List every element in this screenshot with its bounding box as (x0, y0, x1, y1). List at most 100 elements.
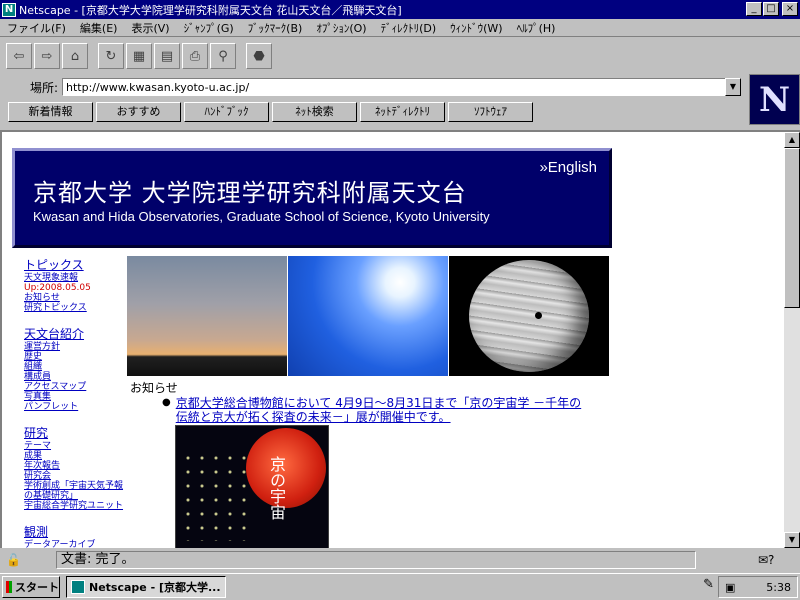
status-text: 文書: 完了。 (56, 551, 696, 569)
close-button[interactable]: × (782, 2, 798, 16)
observatory-dusk-photo (127, 256, 287, 376)
nav-head-about[interactable]: 天文台紹介 (24, 325, 124, 342)
menu-window[interactable]: ｳｨﾝﾄﾞｳ(W) (443, 20, 509, 36)
mail-icon[interactable]: ✉? (758, 553, 774, 567)
menu-help[interactable]: ﾍﾙﾌﾟ(H) (510, 20, 563, 36)
scroll-thumb[interactable] (784, 148, 800, 308)
banner-en-title: Kwasan and Hida Observatories, Graduate … (33, 209, 490, 224)
netscape-logo[interactable]: N (749, 74, 800, 125)
news-item: ● 京都大学総合博物館において 4月9日～8月31日まで「京の宇宙学 －千年の伝… (162, 396, 592, 424)
bullet-icon: ● (162, 397, 171, 408)
jupiter-photo (449, 256, 609, 376)
nav-link-space-unit[interactable]: 宇宙総合学研究ユニット (24, 501, 124, 511)
navigation-toolbar: ⇦ ⇨ ⌂ ↻ ▦ ▤ ⎙ ⚲ ⬣ (0, 38, 748, 74)
nav-head-observation[interactable]: 観測 (24, 523, 124, 540)
banner-jp-title: 京都大学 大学院理学研究科附属天文台 (33, 179, 467, 207)
task-label: Netscape - [京都大学... (89, 581, 221, 594)
nav-link-research-topics[interactable]: 研究トピックス (24, 303, 124, 313)
net-search-button[interactable]: ﾈｯﾄ検索 (272, 102, 357, 122)
solar-telescope-photo (288, 256, 448, 376)
news-link[interactable]: 京都大学総合博物館において 4月9日～8月31日まで「京の宇宙学 －千年の伝統と… (176, 396, 592, 424)
content-viewport: »English 京都大学 大学院理学研究科附属天文台 Kwasan and H… (0, 130, 800, 548)
menu-view[interactable]: 表示(V) (124, 20, 176, 36)
handbook-button[interactable]: ﾊﾝﾄﾞﾌﾞｯｸ (184, 102, 269, 122)
status-bar: 🔓 文書: 完了。 ✉? (0, 549, 800, 571)
nav-link-results[interactable]: 成果 (24, 451, 124, 461)
taskbar: スタート Netscape - [京都大学... ✎ ▣ 5:38 (0, 573, 800, 600)
whats-cool-button[interactable]: おすすめ (96, 102, 181, 122)
nav-link-themes[interactable]: テーマ (24, 441, 124, 451)
menu-go[interactable]: ｼﾞｬﾝﾌﾟ(G) (177, 20, 241, 36)
start-label: スタート (15, 581, 59, 594)
maximize-button[interactable]: □ (763, 2, 779, 16)
nav-link-history[interactable]: 歴史 (24, 352, 124, 362)
nav-link-workshops[interactable]: 研究会 (24, 471, 124, 481)
stop-icon[interactable]: ⬣ (246, 43, 272, 69)
windows-flag-icon (6, 581, 12, 593)
tray-app-icon[interactable]: ▣ (725, 581, 735, 594)
photo-strip (127, 256, 611, 376)
scroll-down-icon[interactable]: ▼ (784, 532, 800, 548)
nav-link-notices[interactable]: お知らせ (24, 293, 124, 303)
tray-icons: ✎ (703, 577, 714, 592)
start-button[interactable]: スタート (2, 576, 60, 598)
poster-title: 京の宇宙 (267, 456, 286, 520)
title-bar: N Netscape - [京都大学大学院理学研究科附属天文台 花山天文台／飛騨… (0, 0, 800, 19)
poster-stars (181, 451, 251, 541)
url-dropdown-icon[interactable]: ▼ (725, 78, 741, 96)
nav-link-policy[interactable]: 運営方針 (24, 342, 124, 352)
exhibition-poster[interactable]: 京の宇宙 (175, 425, 329, 548)
taskbar-netscape-button[interactable]: Netscape - [京都大学... (66, 576, 226, 598)
nav-head-research[interactable]: 研究 (24, 424, 124, 441)
reload-icon[interactable]: ↻ (98, 43, 124, 69)
net-directory-button[interactable]: ﾈｯﾄﾃﾞｨﾚｸﾄﾘ (360, 102, 445, 122)
nav-link-access-map[interactable]: アクセスマップ (24, 382, 124, 392)
nav-link-photos[interactable]: 写真集 (24, 392, 124, 402)
vertical-scrollbar[interactable]: ▲ ▼ (784, 132, 800, 548)
software-button[interactable]: ｿﾌﾄｳｪｱ (448, 102, 533, 122)
observatory-banner: »English 京都大学 大学院理学研究科附属天文台 Kwasan and H… (12, 148, 612, 248)
nav-update-date: Up:2008.05.05 (24, 283, 91, 293)
nav-link-data-archive[interactable]: データアーカイブ (24, 540, 124, 548)
nav-link-space-weather[interactable]: 学術創成「宇宙天気予報の基礎研究」 (24, 481, 124, 501)
side-navigation: トピックス 天文現象速報 Up:2008.05.05 お知らせ 研究トピックス … (24, 254, 124, 548)
location-bar: 場所: http://www.kwasan.kyoto-u.ac.jp/ ▼ (0, 76, 748, 98)
forward-icon[interactable]: ⇨ (34, 43, 60, 69)
menu-bar: ファイル(F) 編集(E) 表示(V) ｼﾞｬﾝﾌﾟ(G) ﾌﾞｯｸﾏｰｸ(B)… (0, 19, 800, 37)
images-icon[interactable]: ▦ (126, 43, 152, 69)
home-icon[interactable]: ⌂ (62, 43, 88, 69)
menu-bookmarks[interactable]: ﾌﾞｯｸﾏｰｸ(B) (241, 20, 310, 36)
menu-options[interactable]: ｵﾌﾟｼｮﾝ(O) (309, 20, 373, 36)
clock[interactable]: 5:38 (766, 581, 791, 594)
system-tray: ▣ 5:38 (718, 576, 798, 598)
directory-bar: 新着情報 おすすめ ﾊﾝﾄﾞﾌﾞｯｸ ﾈｯﾄ検索 ﾈｯﾄﾃﾞｨﾚｸﾄﾘ ｿﾌﾄｳ… (0, 101, 748, 123)
nav-link-phenomena[interactable]: 天文現象速報 (24, 273, 124, 283)
pen-icon[interactable]: ✎ (703, 577, 714, 592)
security-key-icon[interactable]: 🔓 (6, 551, 46, 569)
netscape-logo-letter: N (758, 79, 791, 120)
minimize-button[interactable]: _ (746, 2, 762, 16)
url-input[interactable]: http://www.kwasan.kyoto-u.ac.jp/ (62, 78, 727, 96)
notice-label: お知らせ (130, 381, 178, 395)
nav-link-annual-report[interactable]: 年次報告 (24, 461, 124, 471)
moon-shadow (535, 312, 542, 319)
menu-directory[interactable]: ﾃﾞｨﾚｸﾄﾘ(D) (374, 20, 444, 36)
nav-link-members[interactable]: 構成員 (24, 372, 124, 382)
location-label: 場所: (30, 80, 59, 95)
jupiter-planet (469, 260, 589, 372)
english-link[interactable]: »English (539, 159, 597, 176)
netscape-app-icon[interactable]: N (2, 2, 16, 17)
menu-edit[interactable]: 編集(E) (73, 20, 125, 36)
print-icon[interactable]: ⎙ (182, 43, 208, 69)
menu-file[interactable]: ファイル(F) (0, 20, 73, 36)
nav-link-pamphlet[interactable]: パンフレット (24, 402, 124, 412)
back-icon[interactable]: ⇦ (6, 43, 32, 69)
find-icon[interactable]: ⚲ (210, 43, 236, 69)
open-icon[interactable]: ▤ (154, 43, 180, 69)
nav-link-organization[interactable]: 組織 (24, 362, 124, 372)
scroll-up-icon[interactable]: ▲ (784, 132, 800, 148)
window-title: Netscape - [京都大学大学院理学研究科附属天文台 花山天文台／飛騨天文… (19, 3, 402, 17)
whats-new-button[interactable]: 新着情報 (8, 102, 93, 122)
nav-head-topics[interactable]: トピックス (24, 256, 124, 273)
netscape-task-icon (71, 580, 85, 594)
